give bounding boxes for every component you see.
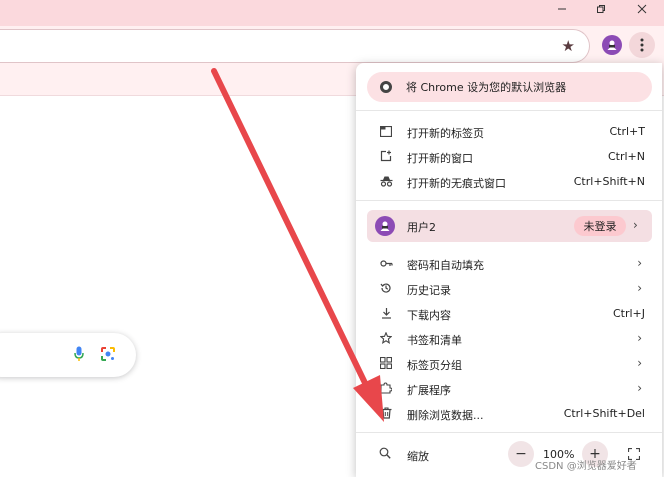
menu-item-passwords[interactable]: 密码和自动填充 › — [356, 251, 662, 276]
zoom-out-button[interactable]: − — [508, 441, 534, 467]
shortcut-label: Ctrl+Shift+N — [573, 175, 645, 188]
download-icon — [379, 306, 393, 320]
close-icon[interactable] — [625, 0, 659, 18]
menu-item-label: 打开新的窗口 — [407, 152, 473, 165]
shortcut-label: Ctrl+Shift+Del — [563, 407, 645, 420]
profile-avatar-button[interactable] — [602, 35, 622, 55]
zoom-icon — [379, 447, 391, 462]
watermark: CSDN @浏览器爱好者 — [535, 461, 637, 472]
menu-divider — [356, 200, 662, 201]
chevron-right-icon: › — [637, 356, 642, 370]
menu-item-label: 打开新的标签页 — [407, 127, 484, 140]
trash-icon — [379, 406, 393, 420]
menu-item-extensions[interactable]: 扩展程序 › — [356, 376, 662, 401]
chevron-right-icon: › — [637, 381, 642, 395]
incognito-icon — [379, 174, 393, 188]
sign-in-status-badge[interactable]: 未登录 — [574, 216, 626, 236]
chevron-right-icon: › — [637, 281, 642, 295]
profile-avatar-icon — [375, 216, 395, 236]
restore-icon[interactable] — [584, 0, 618, 18]
bookmark-star-icon[interactable]: ★ — [562, 37, 575, 55]
menu-divider — [356, 110, 662, 111]
new-tab-icon — [379, 124, 393, 138]
chrome-menu: 将 Chrome 设为您的默认浏览器 打开新的标签页 Ctrl+T 打开新的窗口… — [356, 63, 662, 477]
set-default-browser-item[interactable]: 将 Chrome 设为您的默认浏览器 — [367, 72, 652, 102]
menu-item-tab-groups[interactable]: 标签页分组 › — [356, 351, 662, 376]
shortcut-label: Ctrl+J — [612, 307, 645, 320]
menu-item-new-window[interactable]: 打开新的窗口 Ctrl+N — [356, 144, 662, 169]
menu-item-label: 标签页分组 — [407, 359, 462, 372]
menu-item-label: 历史记录 — [407, 284, 451, 297]
google-lens-icon[interactable] — [100, 346, 116, 366]
title-bar — [0, 0, 664, 26]
zoom-label: 缩放 — [407, 450, 429, 463]
chevron-right-icon: › — [637, 256, 642, 270]
menu-item-history[interactable]: 历史记录 › — [356, 276, 662, 301]
menu-item-label: 打开新的无痕式窗口 — [407, 177, 506, 190]
menu-item-label: 扩展程序 — [407, 384, 451, 397]
tab-groups-icon — [379, 356, 393, 370]
menu-item-label: 删除浏览数据... — [407, 409, 484, 422]
menu-item-label: 下载内容 — [407, 309, 451, 322]
google-search-box[interactable] — [0, 333, 136, 377]
new-window-icon — [379, 149, 393, 163]
menu-divider — [356, 432, 662, 433]
profile-name: 用户2 — [407, 221, 436, 234]
shortcut-label: Ctrl+T — [609, 125, 645, 138]
chevron-right-icon: › — [633, 218, 638, 232]
menu-item-bookmarks[interactable]: 书签和清单 › — [356, 326, 662, 351]
history-icon — [379, 281, 393, 295]
chevron-right-icon: › — [637, 331, 642, 345]
menu-item-label: 密码和自动填充 — [407, 259, 484, 272]
profile-item[interactable]: 用户2 未登录 › — [367, 210, 652, 242]
toolbar: ★ — [0, 26, 664, 66]
menu-item-label: 书签和清单 — [407, 334, 462, 347]
shortcut-label: Ctrl+N — [607, 150, 645, 163]
star-icon — [379, 331, 393, 345]
address-bar[interactable]: ★ — [0, 30, 589, 62]
menu-item-downloads[interactable]: 下载内容 Ctrl+J — [356, 301, 662, 326]
menu-item-new-tab[interactable]: 打开新的标签页 Ctrl+T — [356, 119, 662, 144]
voice-search-icon[interactable] — [74, 346, 84, 366]
extension-icon — [379, 381, 393, 395]
menu-item-new-incognito-window[interactable]: 打开新的无痕式窗口 Ctrl+Shift+N — [356, 169, 662, 194]
set-default-browser-label: 将 Chrome 设为您的默认浏览器 — [406, 81, 567, 94]
chrome-icon — [380, 81, 392, 93]
minimize-icon[interactable] — [545, 0, 579, 18]
key-icon — [379, 256, 393, 270]
menu-item-clear-browsing-data[interactable]: 删除浏览数据... Ctrl+Shift+Del — [356, 401, 662, 426]
chrome-menu-button[interactable] — [629, 32, 655, 58]
